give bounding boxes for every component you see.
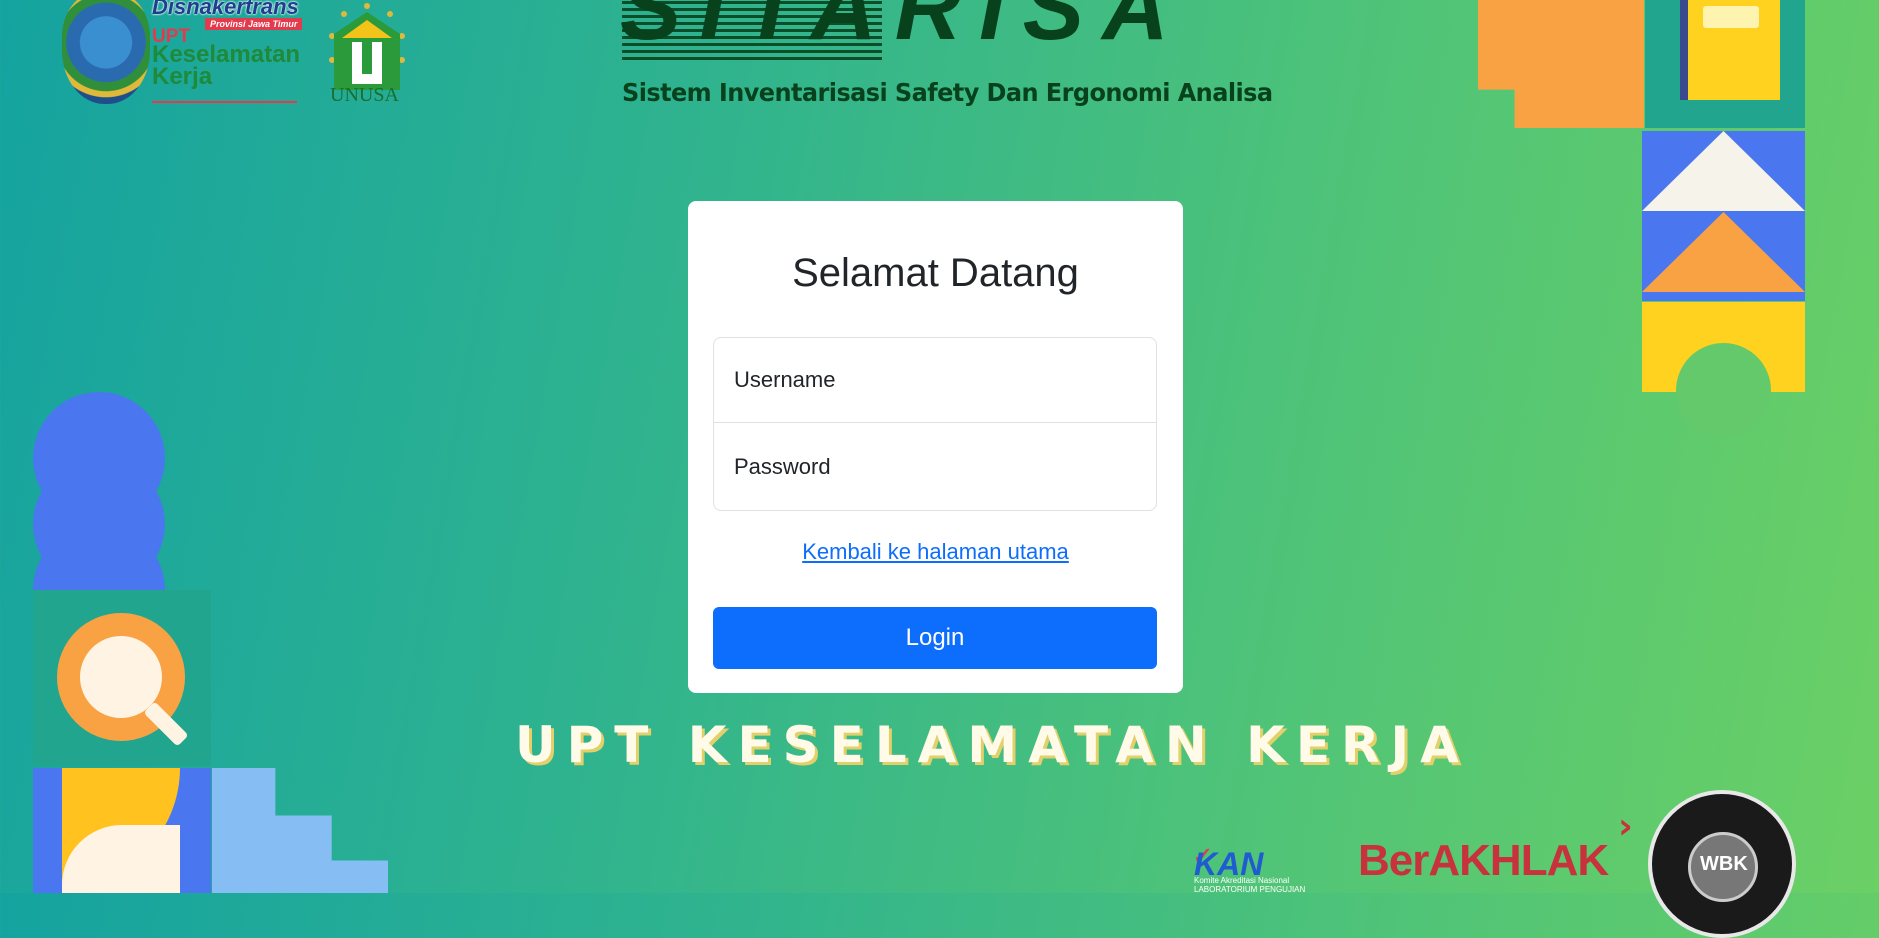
password-field[interactable] bbox=[713, 423, 1157, 511]
province-label: Provinsi Jawa Timur bbox=[205, 18, 303, 30]
username-field[interactable] bbox=[713, 337, 1157, 423]
chevron-right-icon: › bbox=[1618, 806, 1633, 847]
decor-arch bbox=[1676, 343, 1771, 438]
kan-logo-subtitle: Komite Akreditasi Nasional LABORATORIUM … bbox=[1194, 876, 1306, 894]
welcome-heading: Selamat Datang bbox=[792, 251, 1079, 295]
east-java-seal-logo bbox=[62, 0, 150, 104]
login-button[interactable]: Login bbox=[713, 607, 1157, 669]
back-to-home-link[interactable]: Kembali ke halaman utama bbox=[688, 539, 1183, 565]
wbk-badge-text: WBK bbox=[1700, 853, 1748, 875]
berakhlak-logo: BerAKHLAK bbox=[1358, 836, 1609, 885]
app-brand-title: SITARISA bbox=[620, 0, 1187, 59]
upt-tagline: UPT KESELAMATAN KERJA bbox=[515, 716, 1470, 774]
book-label-shape bbox=[1703, 6, 1759, 28]
login-card: Selamat Datang Kembali ke halaman utama … bbox=[688, 201, 1183, 693]
logo-divider bbox=[152, 101, 297, 103]
unusa-logo-text: UNUSA bbox=[330, 84, 399, 106]
username-input[interactable] bbox=[732, 366, 1138, 394]
app-subtitle: Sistem Inventarisasi Safety Dan Ergonomi… bbox=[622, 78, 1273, 107]
password-input[interactable] bbox=[732, 452, 1138, 481]
decor-orange-steps bbox=[1478, 0, 1644, 128]
disnakertrans-logo-text: Disnakertrans bbox=[152, 0, 299, 19]
decor-light-blue-steps bbox=[212, 768, 388, 893]
keselamatan-kerja-label: Keselamatan Kerja bbox=[152, 41, 301, 90]
